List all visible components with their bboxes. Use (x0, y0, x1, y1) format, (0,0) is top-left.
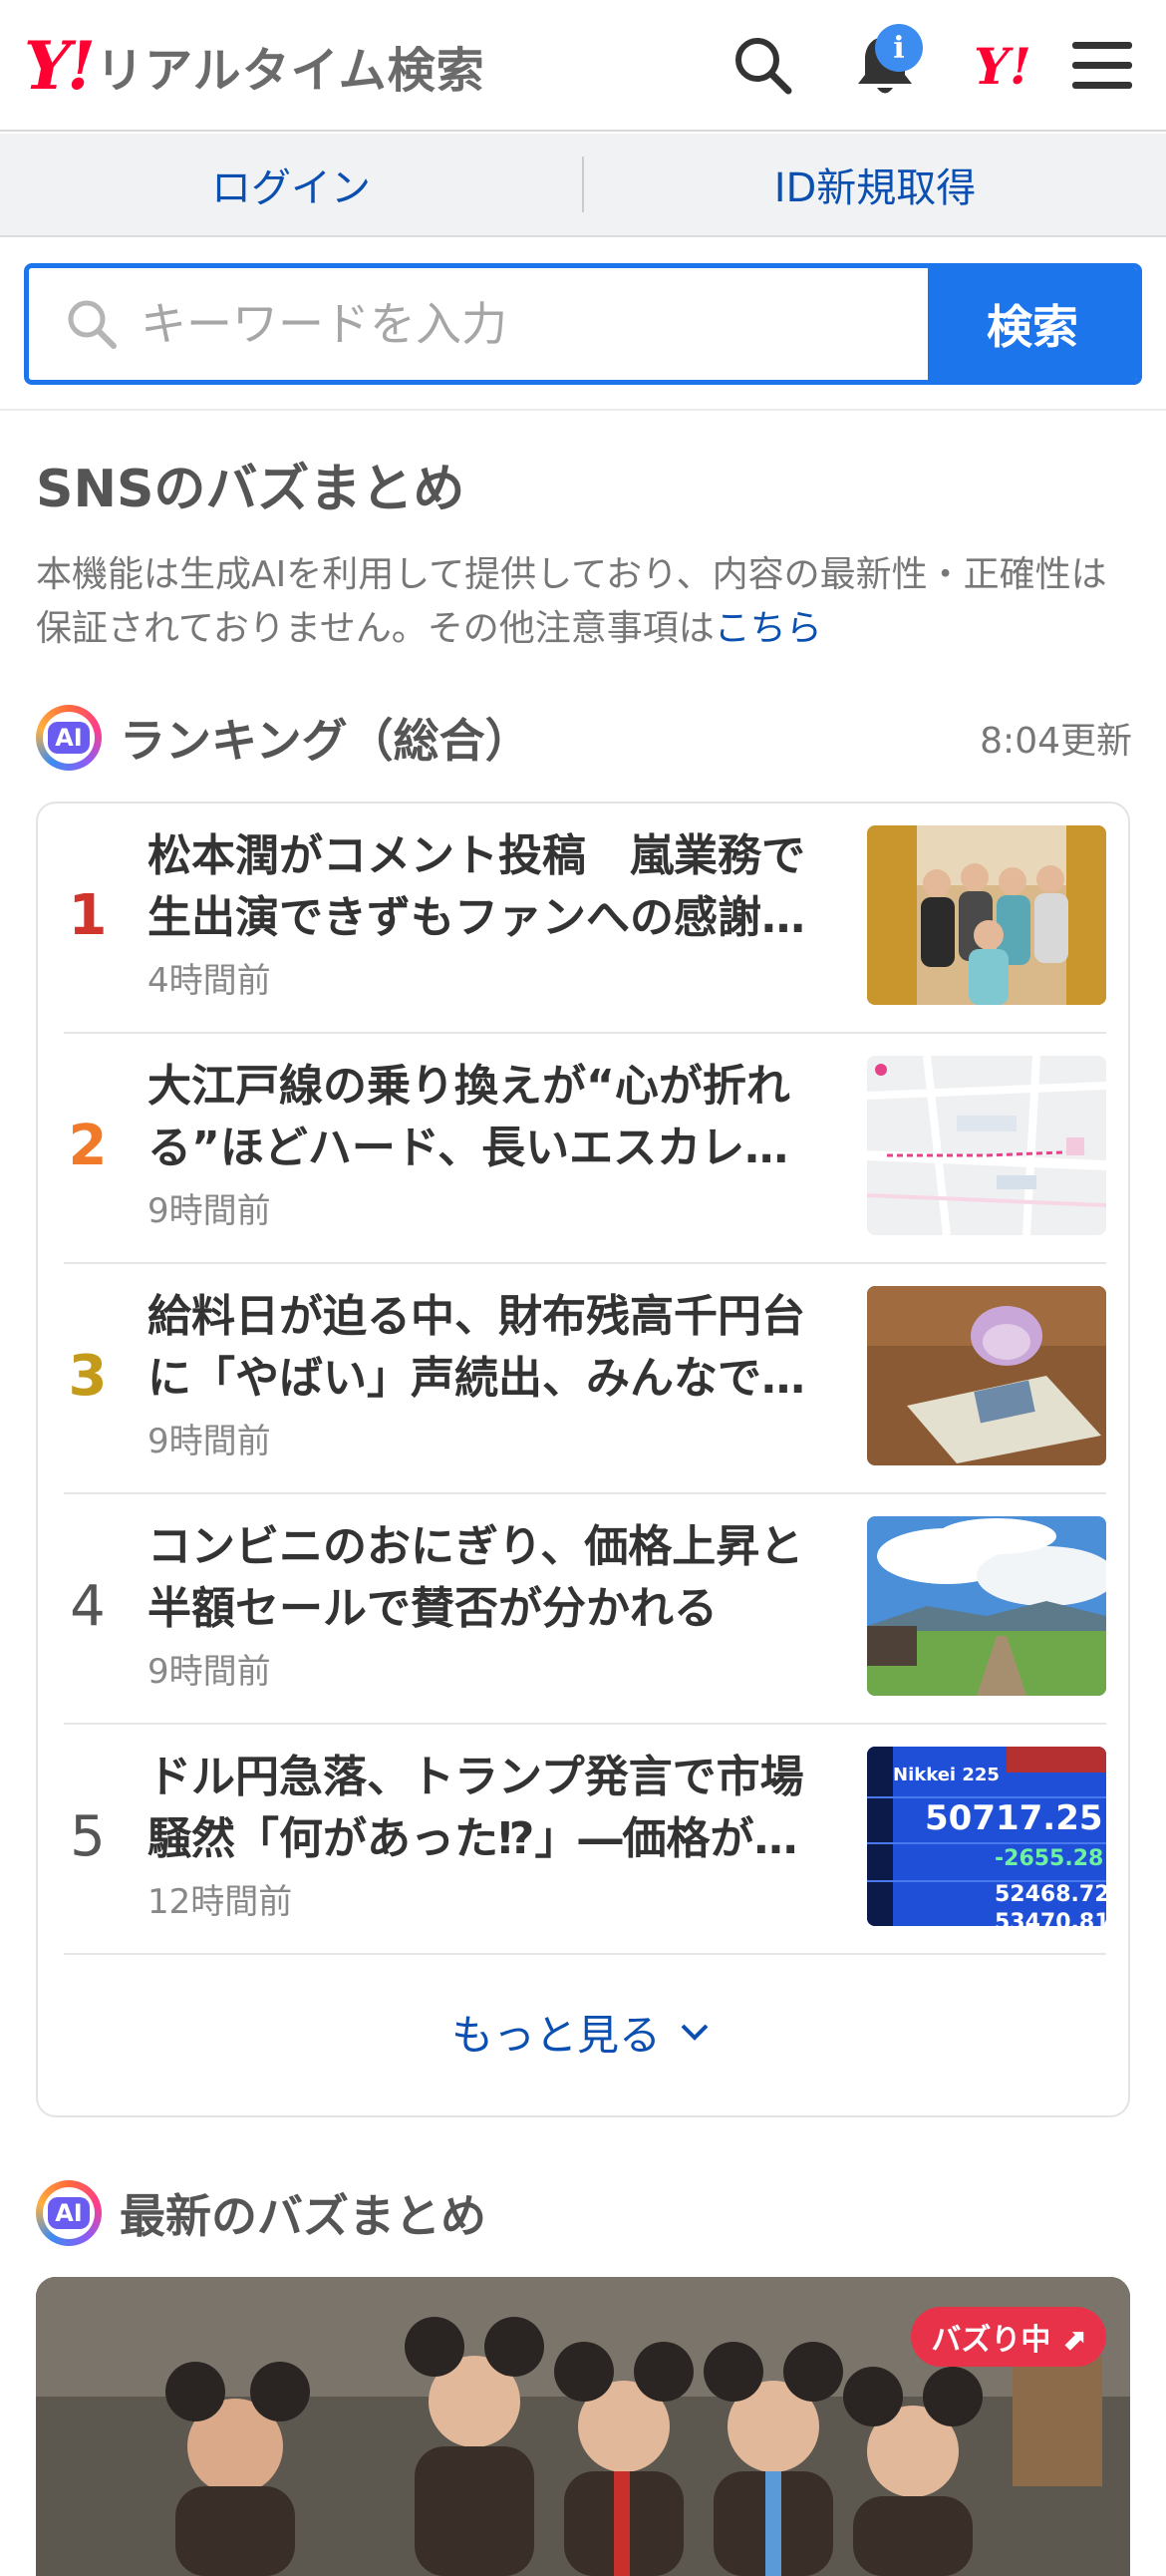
nikkei-row2: 53470.81 (995, 1910, 1106, 1926)
account-bar: ログイン ID新規取得 (0, 134, 1166, 237)
logo-mark: Y! (24, 27, 96, 105)
section-divider (0, 409, 1166, 411)
ranking-item-title: 大江戸線の乗り換えが“心が折れる”ほどハード、長いエスカレ… (147, 1061, 790, 1173)
yahoo-japan-icon[interactable]: Y! (961, 24, 1044, 108)
latest-header: AI 最新のバズまとめ (36, 2173, 1132, 2253)
rank-number: 4 (70, 1574, 106, 1639)
ai-notice-text: 本機能は生成AIを利用して提供しており、内容の最新性・正確性は保証されておりませ… (36, 554, 1107, 649)
ranking-item-time: 9時間前 (147, 1422, 271, 1461)
ranking-thumbnail-scale (867, 1286, 1106, 1465)
ranking-item[interactable]: 3 給料日が迫る中、財布残高千円台に「やばい」声続出、みんなで… 9時間前 (64, 1264, 1106, 1494)
ai-notice: 本機能は生成AIを利用して提供しており、内容の最新性・正確性は保証されておりませ… (36, 548, 1132, 656)
ranking-item[interactable]: 1 松本潤がコメント投稿 嵐業務で生出演できずもファンへの感謝… 4時間前 (64, 804, 1106, 1034)
ai-badge-label: AI (48, 722, 90, 754)
ranking-item-time: 4時間前 (147, 961, 271, 1001)
ranking-item[interactable]: 4 コンビニのおにぎり、価格上昇と半額セールで賛否が分かれる 9時間前 (64, 1494, 1106, 1725)
ai-icon: AI (36, 2180, 102, 2246)
chevron-down-icon (681, 2024, 709, 2041)
notification-bell-icon[interactable]: i (843, 24, 927, 108)
nikkei-change: -2655.28 (995, 1846, 1104, 1871)
search-bar: 検索 (24, 263, 1142, 385)
login-link[interactable]: ログイン (0, 156, 582, 213)
nikkei-row1: 52468.72 (995, 1882, 1106, 1907)
search-field (29, 268, 928, 380)
logo-text: リアルタイム検索 (96, 43, 485, 99)
search-icon[interactable] (722, 24, 805, 108)
ranking-updated-time: 8:04更新 (980, 721, 1132, 762)
search-field-icon (57, 289, 127, 359)
ranking-item-title: コンビニのおにぎり、価格上昇と半額セールで賛否が分かれる (147, 1521, 804, 1634)
rank-number: 3 (68, 1344, 108, 1409)
rank-number: 1 (68, 883, 108, 948)
nikkei-value: 50717.25 (925, 1798, 1103, 1838)
search-button[interactable]: 検索 (928, 268, 1137, 380)
menu-icon[interactable] (1060, 24, 1144, 108)
signup-link[interactable]: ID新規取得 (584, 156, 1166, 213)
latest-title: 最新のバズまとめ (120, 2189, 486, 2243)
latest-buzz-card[interactable]: バズり中 ⬈ (36, 2277, 1130, 2576)
notification-badge: i (875, 24, 923, 72)
app-header: Y! リアルタイム検索 i Y! (0, 0, 1166, 132)
ranking-thumbnail-group-photo (867, 825, 1106, 1005)
ranking-item-time: 9時間前 (147, 1652, 271, 1692)
ranking-item-time: 12時間前 (147, 1882, 293, 1922)
rank-number: 2 (68, 1114, 108, 1178)
yahoo-realtime-logo[interactable]: Y! リアルタイム検索 (24, 28, 485, 104)
ranking-thumbnail-landscape (867, 1516, 1106, 1696)
ranking-item[interactable]: 5 ドル円急落、トランプ発言で市場騒然「何があった⁉」―価格が… 12時間前 N… (64, 1725, 1106, 1955)
ranking-card: 1 松本潤がコメント投稿 嵐業務で生出演できずもファンへの感謝… 4時間前 2 … (36, 802, 1130, 2117)
buzzing-label: バズり中 (931, 2323, 1051, 2358)
ranking-item[interactable]: 2 大江戸線の乗り換えが“心が折れる”ほどハード、長いエスカレ… 9時間前 (64, 1034, 1106, 1264)
ranking-thumbnail-map (867, 1056, 1106, 1235)
ai-badge-label: AI (48, 2197, 90, 2229)
ranking-thumbnail-nikkei-board: Nikkei 225 50717.25 -2655.28 52468.72 53… (867, 1747, 1106, 1926)
ai-icon: AI (36, 705, 102, 771)
trending-arrow-icon: ⬈ (1060, 2323, 1086, 2358)
notice-link[interactable]: こちら (715, 608, 822, 649)
search-input[interactable] (141, 297, 838, 351)
ranking-item-title: 給料日が迫る中、財布残高千円台に「やばい」声続出、みんなで… (147, 1291, 805, 1404)
show-more-label: もっと見る (450, 2010, 661, 2060)
nikkei-label: Nikkei 225 (893, 1765, 1000, 1785)
page-title: SNSのバズまとめ (36, 460, 465, 519)
ranking-item-time: 9時間前 (147, 1191, 271, 1231)
ranking-header: AI ランキング（総合） 8:04更新 (36, 698, 1132, 778)
yahoo-mark: Y! (974, 36, 1031, 96)
ranking-item-title: ドル円急落、トランプ発言で市場騒然「何があった⁉」―価格が… (147, 1752, 804, 1864)
ranking-title: ランキング（総合） (120, 714, 531, 768)
ranking-item-title: 松本潤がコメント投稿 嵐業務で生出演できずもファンへの感謝… (147, 830, 805, 943)
rank-number: 5 (70, 1804, 106, 1869)
show-more-button[interactable]: もっと見る (38, 1982, 1128, 2082)
buzzing-badge: バズり中 ⬈ (911, 2307, 1106, 2367)
